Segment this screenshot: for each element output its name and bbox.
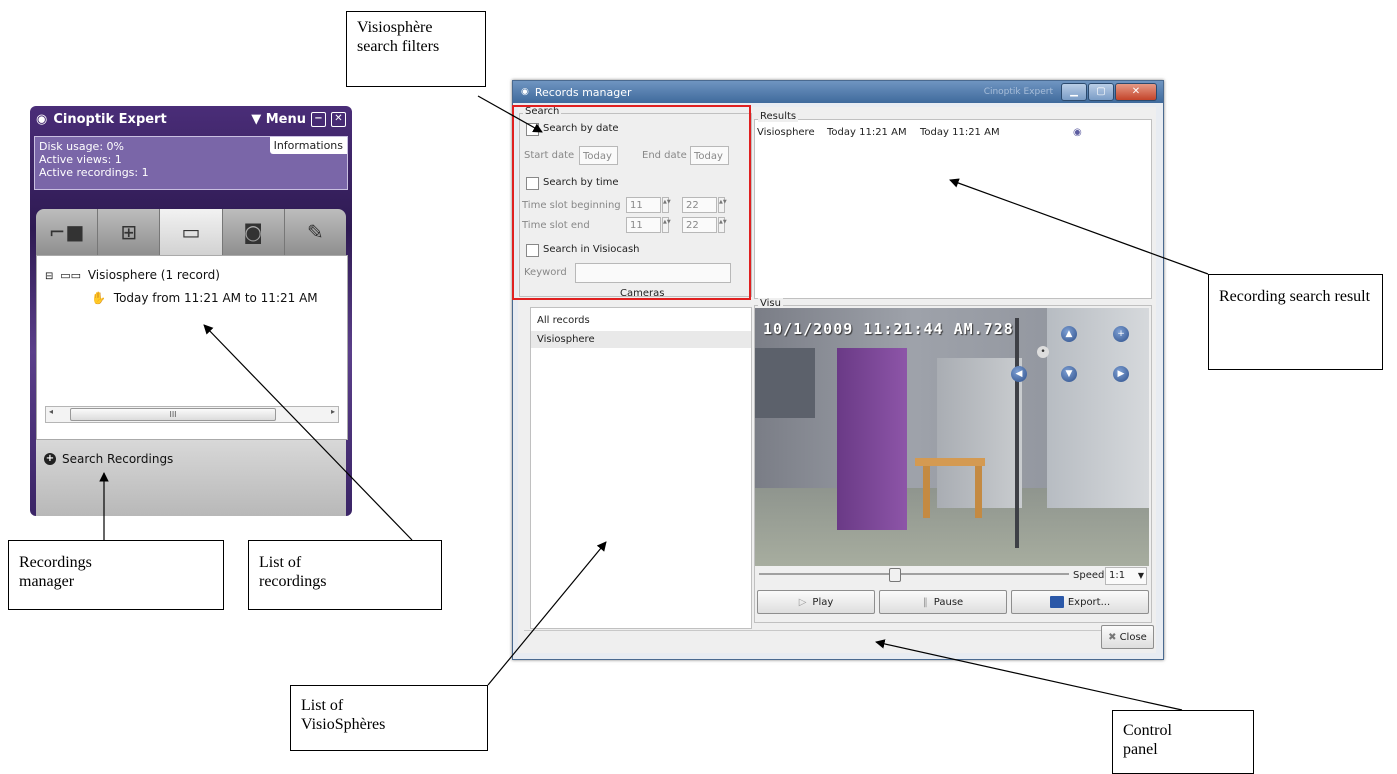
plus-icon: + [44, 453, 56, 465]
eye-icon: ◉ [36, 111, 48, 127]
cinoptik-title: Cinoptik Expert [53, 111, 167, 127]
background-window-title: Cinoptik Expert [983, 87, 1053, 97]
close-icon[interactable]: ✕ [331, 111, 346, 127]
recordings-tree: ⊟ ▭▭ Visiosphere (1 record) ✋ Today from… [36, 255, 348, 440]
annotation-list-of-recordings: List of recordings [248, 540, 442, 610]
speed-value: 1:1 [1109, 570, 1126, 581]
minimize-icon[interactable]: ▁ [1061, 83, 1087, 101]
menu-button[interactable]: ▼ Menu [251, 112, 306, 127]
camera-item-all-records[interactable]: All records [531, 312, 753, 329]
play-button[interactable]: ▷ Play [757, 590, 875, 614]
photo-icon: ◙ [243, 220, 263, 244]
annotation-control-panel-text: Control panel [1123, 722, 1172, 758]
video-timestamp: 10/1/2009 11:21:44 AM.728 [763, 320, 1014, 338]
annotation-list-of-visiospheres: List of VisioSphères [290, 685, 488, 751]
seek-slider[interactable] [759, 573, 1069, 575]
film-icon: ▭ [181, 220, 201, 244]
active-recordings: Active recordings: 1 [39, 166, 149, 179]
pause-label: Pause [933, 596, 964, 608]
tools-icon: ✎ [307, 220, 324, 244]
close-icon[interactable]: ✕ [1115, 83, 1157, 101]
result-row[interactable]: Visiosphere Today 11:21 AM Today 11:21 A… [757, 127, 1147, 143]
tree-group-visiosphere[interactable]: ⊟ ▭▭ Visiosphere (1 record) [45, 268, 220, 282]
monitor-icon: ⊞ [120, 220, 138, 244]
ptz-home-icon[interactable]: • [1037, 346, 1049, 358]
result-end: Today 11:21 AM [920, 127, 1000, 138]
cinoptik-titlebar: ◉ Cinoptik Expert ▼ Menu − ✕ [30, 106, 352, 132]
tab-views[interactable]: ⊞ [98, 209, 161, 255]
tab-informations[interactable]: Informations [269, 137, 347, 154]
annotation-control-panel: Control panel [1112, 710, 1254, 774]
separator [524, 630, 1152, 631]
scroll-left-icon[interactable]: ◂ [49, 407, 53, 416]
info-panel: Informations Disk usage: 0% Active views… [34, 136, 348, 190]
ptz-up-icon[interactable]: ▲ [1061, 326, 1077, 342]
export-button[interactable]: Export... [1011, 590, 1149, 614]
camera-item-visiosphere[interactable]: Visiosphere [531, 331, 751, 348]
play-icon: ▷ [798, 596, 807, 608]
scroll-right-icon[interactable]: ▸ [331, 407, 335, 416]
export-label: Export... [1067, 596, 1111, 608]
cinoptik-panel: ◉ Cinoptik Expert ▼ Menu − ✕ Information… [30, 106, 352, 516]
hand-icon: ✋ [91, 291, 106, 305]
video-frame[interactable]: 10/1/2009 11:21:44 AM.728 ▲ + ◀ ▼ ▶ • [755, 308, 1149, 566]
speed-label: Speed: [1073, 570, 1108, 581]
tab-snapshot[interactable]: ◙ [223, 209, 285, 255]
annotation-list-of-recordings-text: List of recordings [259, 554, 327, 590]
tab-settings[interactable]: ✎ [285, 209, 346, 255]
active-views: Active views: 1 [39, 153, 122, 166]
visu-group: Visu 10/1/2009 11:21:44 AM.728 ▲ + ◀ ▼ ▶… [754, 298, 1152, 623]
annotation-filters: Visiosphère search filters [346, 11, 486, 87]
camera-icon: ⌐■ [48, 220, 85, 244]
chevron-down-icon[interactable]: ▼ [1138, 568, 1144, 584]
scrollbar-thumb[interactable]: III [70, 408, 276, 421]
film-icon: ▭▭ [60, 269, 82, 282]
collapse-icon[interactable]: ⊟ [45, 271, 53, 282]
annotation-filters-text: Visiosphère search filters [357, 19, 440, 55]
search-filters-highlight [512, 105, 751, 300]
ptz-down-icon[interactable]: ▼ [1061, 366, 1077, 382]
close-x-icon: ✖ [1108, 631, 1117, 643]
eye-icon: ◉ [521, 87, 529, 97]
view-eye-icon[interactable]: ◉ [1073, 127, 1082, 138]
tab-camera[interactable]: ⌐■ [36, 209, 99, 255]
window-buttons: ▁ ▢ ✕ [1060, 83, 1157, 101]
ptz-left-icon[interactable]: ◀ [1011, 366, 1027, 382]
result-camera: Visiosphere [757, 127, 815, 138]
annotation-list-of-visiospheres-text: List of VisioSphères [301, 697, 386, 733]
tree-group-label: Visiosphere (1 record) [87, 268, 220, 282]
annotation-recordings-manager: Recordings manager [8, 540, 224, 610]
speed-select[interactable]: 1:1 ▼ [1105, 567, 1147, 585]
pause-icon: ‖ [922, 596, 928, 608]
mode-tabs: ⌐■ ⊞ ▭ ◙ ✎ [36, 209, 346, 255]
seek-slider-thumb[interactable] [889, 568, 901, 582]
maximize-icon[interactable]: ▢ [1088, 83, 1114, 101]
close-button[interactable]: ✖ Close [1101, 625, 1154, 649]
result-start: Today 11:21 AM [827, 127, 907, 138]
results-legend: Results [758, 111, 799, 122]
results-group: Results Visiosphere Today 11:21 AM Today… [754, 111, 1152, 299]
annotation-search-result-text: Recording search result [1219, 288, 1371, 305]
save-icon [1049, 596, 1064, 608]
ptz-zoom-in-icon[interactable]: + [1113, 326, 1129, 342]
scroll-grip: III [169, 410, 177, 419]
tree-item-label: Today from 11:21 AM to 11:21 AM [113, 291, 318, 305]
tab-recordings[interactable]: ▭ [160, 209, 223, 255]
minimize-icon[interactable]: − [311, 111, 326, 127]
horizontal-scrollbar[interactable]: ◂ III ▸ [45, 406, 339, 423]
search-recordings-label: Search Recordings [62, 452, 174, 466]
records-manager-title: Records manager [534, 85, 632, 99]
search-recordings-button[interactable]: + Search Recordings [44, 452, 173, 466]
play-label: Play [812, 596, 834, 608]
close-label: Close [1119, 631, 1147, 643]
annotation-search-result: Recording search result [1208, 274, 1383, 370]
cameras-list: All records Visiosphere [530, 307, 752, 629]
tree-item-recording[interactable]: ✋ Today from 11:21 AM to 11:21 AM [91, 291, 318, 305]
pause-button[interactable]: ‖ Pause [879, 590, 1007, 614]
ptz-right-icon[interactable]: ▶ [1113, 366, 1129, 382]
annotation-recordings-manager-text: Recordings manager [19, 554, 92, 590]
